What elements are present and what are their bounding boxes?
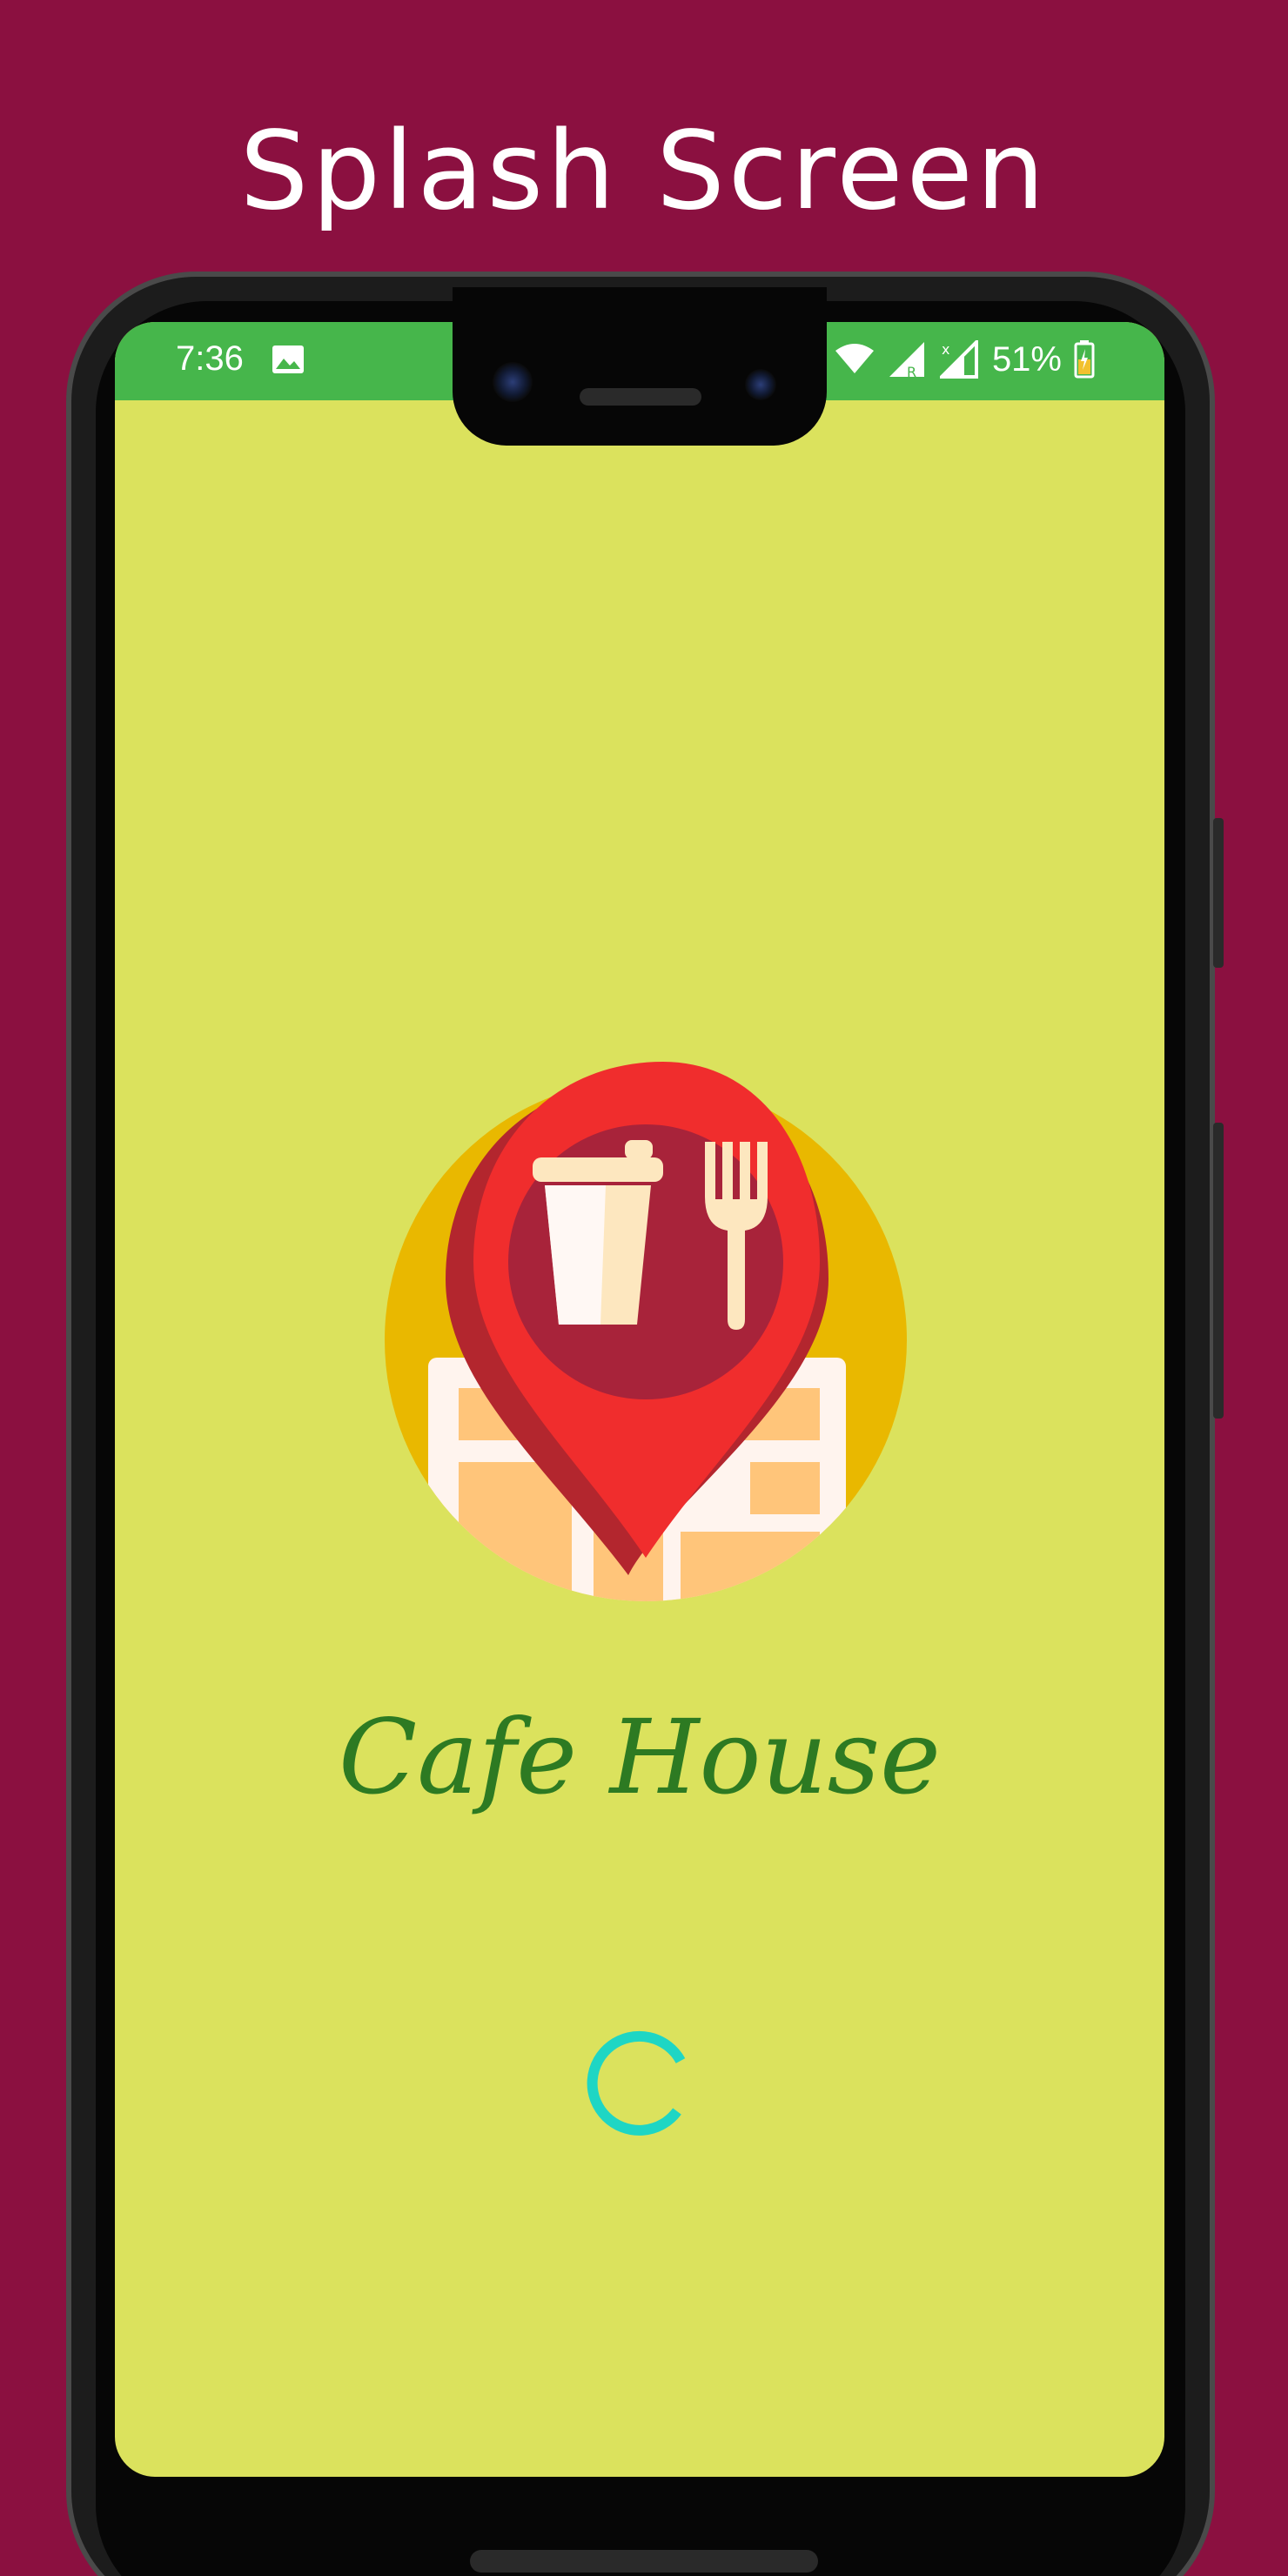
battery-charging-icon	[1074, 340, 1095, 379]
battery-percent: 51%	[991, 339, 1062, 379]
image-icon	[272, 345, 304, 373]
volume-button	[1213, 818, 1224, 968]
status-icons: R x 51%	[834, 338, 1095, 381]
front-camera	[493, 362, 533, 402]
front-sensor	[745, 369, 776, 400]
earpiece-speaker	[580, 388, 701, 406]
svg-text:R: R	[907, 364, 916, 379]
camera-notch	[453, 287, 827, 446]
signal-r-icon: R	[889, 342, 924, 379]
app-name: Cafe House	[339, 1697, 941, 1817]
wifi-icon	[835, 344, 874, 373]
page-title: Splash Screen	[239, 109, 1049, 234]
loading-spinner	[587, 2030, 686, 2136]
phone-bottom-bezel	[470, 2550, 818, 2573]
power-button	[1213, 1123, 1224, 1419]
signal-x-icon: x	[939, 340, 978, 379]
status-time: 7:36	[176, 339, 244, 378]
svg-text:x: x	[942, 341, 949, 358]
phone-screen: 7:36 R x 51% Cafe House	[115, 322, 1164, 2477]
cafe-location-pin-icon	[385, 1062, 907, 1601]
